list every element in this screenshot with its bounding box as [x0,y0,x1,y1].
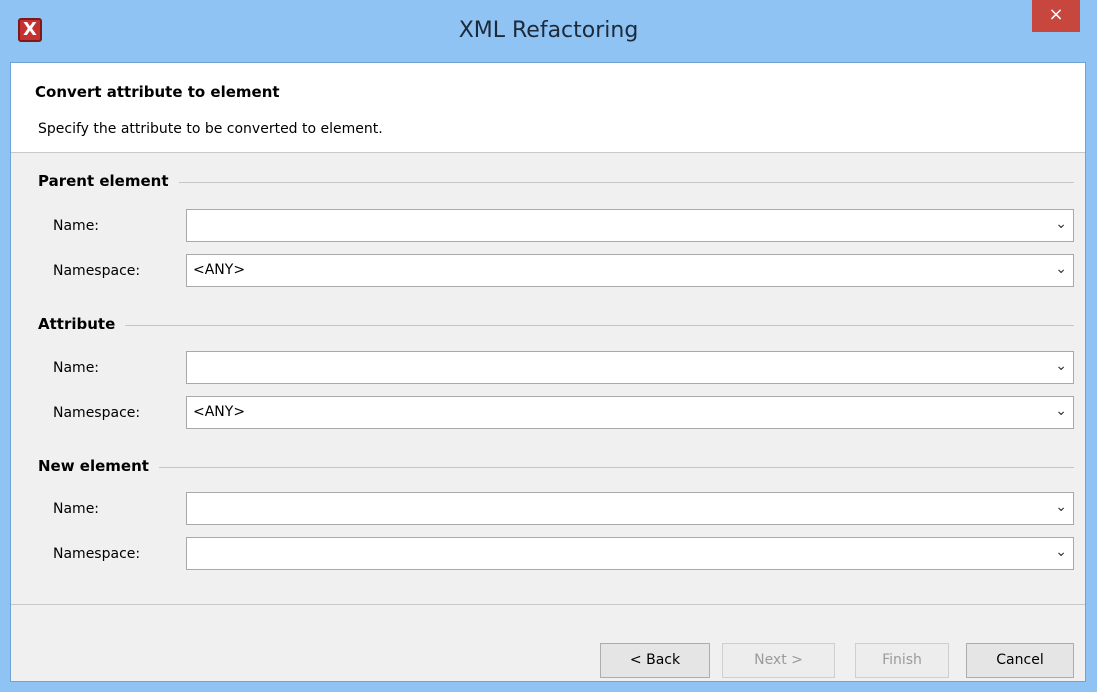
parent-namespace-combo[interactable]: <ANY> ⌄ [186,254,1074,287]
chevron-down-icon[interactable]: ⌄ [1055,261,1067,277]
window-title: XML Refactoring [458,18,639,43]
group-divider [38,325,1074,326]
footer-divider [11,604,1085,605]
new-element-namespace-combo[interactable]: ⌄ [186,537,1074,570]
title-bar: X XML Refactoring × [0,0,1097,62]
close-button[interactable]: × [1032,0,1080,32]
attribute-name-label: Name: [53,360,100,376]
wizard-header: Convert attribute to element Specify the… [11,63,1085,153]
chevron-down-icon[interactable]: ⌄ [1055,358,1067,374]
chevron-down-icon[interactable]: ⌄ [1055,216,1067,232]
combo-value: <ANY> [193,262,246,278]
chevron-down-icon[interactable]: ⌄ [1055,544,1067,560]
new-element-namespace-label: Namespace: [53,546,141,562]
group-label-parent-element: Parent element [38,172,179,190]
dialog-window: X XML Refactoring × Convert attribute to… [0,0,1097,692]
parent-name-label: Name: [53,218,100,234]
group-label-new-element: New element [38,457,159,475]
dialog-body: Convert attribute to element Specify the… [10,62,1086,682]
cancel-button[interactable]: Cancel [966,643,1074,678]
page-description: Specify the attribute to be converted to… [38,121,383,137]
group-divider [38,182,1074,183]
new-element-name-combo[interactable]: ⌄ [186,492,1074,525]
page-title: Convert attribute to element [35,83,280,101]
attribute-namespace-label: Namespace: [53,405,141,421]
new-element-name-label: Name: [53,501,100,517]
attribute-name-combo[interactable]: ⌄ [186,351,1074,384]
attribute-namespace-combo[interactable]: <ANY> ⌄ [186,396,1074,429]
parent-namespace-label: Namespace: [53,263,141,279]
next-button[interactable]: Next > [722,643,835,678]
chevron-down-icon[interactable]: ⌄ [1055,403,1067,419]
parent-name-combo[interactable]: ⌄ [186,209,1074,242]
combo-value: <ANY> [193,404,246,420]
finish-button[interactable]: Finish [855,643,949,678]
back-button[interactable]: < Back [600,643,710,678]
group-label-attribute: Attribute [38,315,126,333]
group-divider [38,467,1074,468]
chevron-down-icon[interactable]: ⌄ [1055,499,1067,515]
